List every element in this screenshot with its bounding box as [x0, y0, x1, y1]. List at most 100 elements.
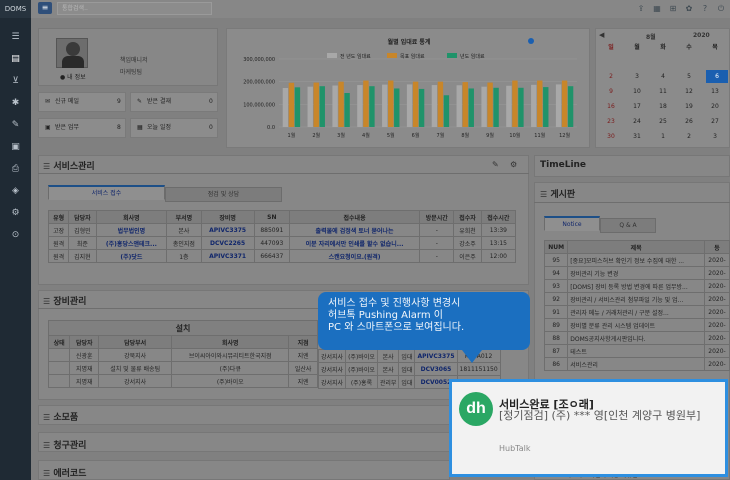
table-cell: 브이씨아이와시뮤리티트한국지점	[171, 348, 290, 362]
table-row[interactable]: 89 장비별 분류 관리 시스템 업데이트 2020-	[543, 318, 730, 332]
calendar-day[interactable]: 10	[628, 85, 646, 98]
table-row[interactable]: 원격 김지현 (주)닷드 1층 APIVC3371 666437 스캔요청이요.(원격) - 이…	[47, 249, 517, 263]
calendar-year[interactable]: 2020	[693, 32, 710, 39]
grid-icon[interactable]: ▦	[652, 3, 662, 15]
box-icon[interactable]: ◈	[0, 182, 31, 200]
gear-icon[interactable]: ⚙	[0, 204, 31, 222]
divider	[534, 202, 730, 203]
bar-3	[418, 88, 425, 127]
calendar-day[interactable]: 4	[654, 70, 672, 83]
calendar-day[interactable]	[654, 55, 672, 68]
table-row[interactable]: 88 DOMS공지사항게시판입니다. 2020-	[543, 331, 730, 345]
bar-3	[443, 95, 450, 127]
calendar-day[interactable]: 1	[654, 130, 672, 143]
hamburger-icon[interactable]: ≡	[38, 2, 52, 14]
table-row[interactable]: 지명재 설치 및 물류 배송팀 (주)다큐 일산사	[47, 361, 318, 375]
bar-1	[406, 84, 413, 127]
legend-swatch	[387, 53, 397, 58]
global-search-input[interactable]: 통합검색..	[57, 2, 212, 15]
billing-panel[interactable]	[38, 432, 450, 452]
wrench-icon[interactable]: ✎	[0, 116, 31, 134]
table-row[interactable]: 지명재 강서지사 (주)바이오 지엔	[47, 374, 318, 388]
table-row[interactable]: 강서지사 (주)바이오 본사 임대 DCV3065 1811151150	[317, 362, 501, 376]
calendar-day[interactable]: 30	[602, 130, 620, 143]
calendar-prev-icon[interactable]: ◀	[599, 31, 604, 39]
calendar-day[interactable]: 3	[628, 70, 646, 83]
cart-icon[interactable]: ⊻	[0, 72, 31, 90]
settings-icon[interactable]: ✿	[684, 3, 694, 15]
sitemap-icon[interactable]: ⊞	[668, 3, 678, 15]
calendar-day[interactable]: 27	[706, 115, 724, 128]
calendar-day[interactable]: 26	[680, 115, 698, 128]
calendar-day[interactable]: 3	[706, 130, 724, 143]
calendar-day[interactable]	[680, 55, 698, 68]
calendar-day[interactable]: 16	[602, 100, 620, 113]
table-row[interactable]: 92 장비관리 / 서비스관리 첨부파일 기능 및 업... 2020-	[543, 292, 730, 306]
table-row[interactable]: 신광훈 강북지사 브이씨아이와시뮤리티트한국지점 지엔	[47, 348, 318, 362]
table-row[interactable]: 91 관리자 메뉴 / 거래처관리 / 구분 설정... 2020-	[543, 305, 730, 319]
error-code-panel[interactable]	[38, 460, 450, 480]
x-tick-label: 9월	[486, 132, 494, 139]
export-icon[interactable]: ⇪	[636, 3, 646, 15]
menu-list-icon[interactable]: ☰	[0, 28, 31, 46]
calendar-day[interactable]: 24	[628, 115, 646, 128]
edit-icon[interactable]: ✎	[492, 160, 499, 169]
table-row[interactable]: 95 [중요]모피스허브 확인기 정보 수집에 대한 ... 2020-	[543, 253, 730, 267]
stat-approval[interactable]: ✎ 받은 결재 0	[130, 92, 218, 112]
calendar-day[interactable]	[602, 55, 620, 68]
calendar-day[interactable]: 13	[706, 85, 724, 98]
calendar-day[interactable]: 20	[706, 100, 724, 113]
tab-inspection[interactable]: 점검 및 상담	[165, 187, 282, 202]
brand-logo[interactable]: DOMS	[0, 0, 31, 18]
table-header: 담당자	[69, 335, 100, 349]
document-icon[interactable]: ▤	[0, 50, 31, 68]
calendar-weekday: 일	[608, 44, 614, 51]
table-row[interactable]: 86 서비스관리 2020-	[543, 357, 730, 371]
calendar-day[interactable]: 9	[602, 85, 620, 98]
calendar-day[interactable]: 2	[680, 130, 698, 143]
support-icon[interactable]: ✱	[0, 94, 31, 112]
supplies-panel[interactable]	[38, 405, 450, 425]
stat-schedule[interactable]: ▦ 오늘 일정 0	[130, 118, 218, 138]
x-tick-label: 6월	[412, 132, 420, 139]
calendar-day[interactable]: 5	[680, 70, 698, 83]
stat-new-mail[interactable]: ✉ 신규 메일 9	[38, 92, 126, 112]
gear-icon[interactable]: ⚙	[510, 160, 517, 169]
table-cell: 본사	[376, 362, 400, 376]
help-icon[interactable]: ?	[700, 3, 710, 15]
table-row[interactable]: 93 [DOMS] 장비 등록 방법 변경에 따른 업무방... 2020-	[543, 279, 730, 293]
calendar-day[interactable]: 19	[680, 100, 698, 113]
printer-icon[interactable]: ⎙	[0, 160, 31, 178]
calendar-day[interactable]	[706, 55, 724, 68]
tab-notice[interactable]: Notice	[544, 216, 600, 231]
calendar-day[interactable]: 23	[602, 115, 620, 128]
circle-icon[interactable]: ⊙	[0, 226, 31, 244]
calendar-day[interactable]: 18	[654, 100, 672, 113]
table-header: 지점	[288, 335, 318, 349]
pen-icon: ✎	[137, 98, 143, 105]
push-notification[interactable]	[449, 379, 728, 477]
briefcase-icon[interactable]: ▣	[0, 138, 31, 156]
tooltip-tail	[462, 350, 482, 363]
tab-qna[interactable]: Q & A	[600, 218, 656, 233]
my-info-link[interactable]: ● 내 정보	[60, 72, 86, 81]
table-row[interactable]: 고장 김형민 법무법인명 본사 APIVC3375 885091 출력물에 검정색 토너 묻…	[47, 223, 517, 237]
calendar-day[interactable]: 11	[654, 85, 672, 98]
table-row[interactable]: 94 장비관리 기능 변경 2020-	[543, 266, 730, 280]
power-icon[interactable]: ⏻	[716, 3, 726, 15]
table-cell: 2020-	[703, 305, 730, 319]
calendar-day[interactable]: 31	[628, 130, 646, 143]
tab-service-intake[interactable]: 서비스 접수	[48, 185, 165, 200]
calendar-month[interactable]: 8월	[646, 32, 656, 41]
table-cell: DCV3065	[414, 362, 458, 376]
calendar-day[interactable]: 25	[654, 115, 672, 128]
stat-tasks[interactable]: ▣ 받은 업무 8	[38, 118, 126, 138]
calendar-day[interactable]: 6	[706, 70, 728, 83]
calendar-day[interactable]: 12	[680, 85, 698, 98]
calendar-day[interactable]: 2	[602, 70, 620, 83]
calendar-day[interactable]	[628, 55, 646, 68]
table-row[interactable]: 87 테스트 2020-	[543, 344, 730, 358]
table-row[interactable]: 원격 최준 (주)홍당스앤테크... 총인지점 DCVC2265 447093 이분 자리에…	[47, 236, 517, 250]
calendar-day[interactable]: 17	[628, 100, 646, 113]
bar-1	[531, 84, 537, 127]
